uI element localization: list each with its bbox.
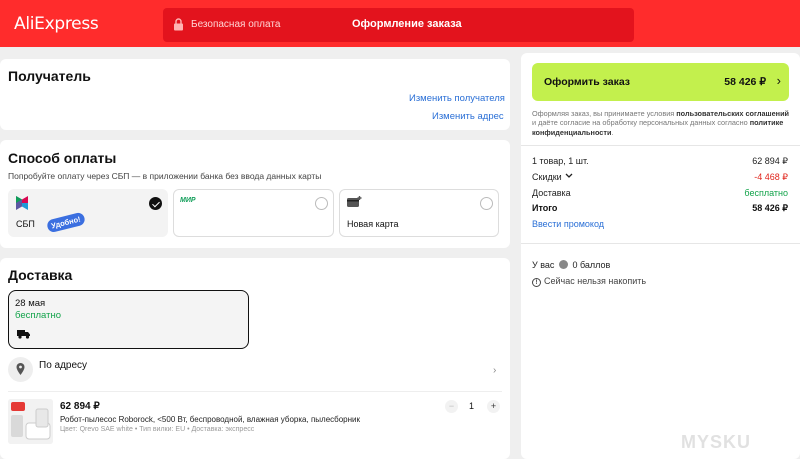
info-icon[interactable]: ! [532, 278, 541, 287]
place-order-button[interactable]: Оформить заказ 58 426 ₽ › [532, 63, 789, 101]
new-card-label: Новая карта [347, 219, 399, 229]
sbp-label: СБП [16, 219, 35, 229]
delivery-summary-value: бесплатно [744, 188, 788, 198]
place-order-amount: 58 426 ₽ [724, 76, 766, 88]
divider [8, 391, 502, 392]
user-agreements-link[interactable]: пользовательских соглашений [676, 109, 789, 118]
location-pin-icon [8, 357, 33, 382]
payment-option-mir[interactable]: МИР [173, 189, 334, 237]
product-name[interactable]: Робот-пылесос Roborock, <500 Вт, беспров… [60, 415, 360, 424]
payment-option-new-card[interactable]: Новая карта [339, 189, 499, 237]
mir-logo-icon: МИР [180, 197, 196, 204]
top-header: AliExpress Безопасная оплата Оформление … [0, 0, 800, 47]
secure-payment-label: Безопасная оплата [191, 19, 281, 30]
discounts-label: Скидки [532, 172, 562, 182]
page-title: Оформление заказа [352, 18, 462, 30]
delivery-date-option[interactable]: 28 мая бесплатно [8, 290, 249, 349]
place-order-label: Оформить заказ [544, 76, 631, 88]
payment-option-sbp[interactable]: СБП Удобно! [8, 189, 168, 237]
watermark: MYSKU [681, 432, 752, 452]
points-info-text: Сейчас нельзя накопить [544, 276, 647, 286]
payment-hint: Попробуйте оплату через СБП — в приложен… [8, 171, 322, 181]
items-count-label: 1 товар, 1 шт. [532, 156, 589, 166]
chevron-right-icon: › [776, 73, 781, 88]
secure-payment-bar: Безопасная оплата Оформление заказа [163, 8, 634, 42]
change-recipient-link[interactable]: Изменить получателя [409, 93, 505, 104]
points-value: 0 баллов [572, 260, 611, 270]
enter-promo-code-link[interactable]: Ввести промокод [532, 219, 604, 229]
chevron-down-icon [565, 173, 573, 178]
product-image[interactable] [8, 399, 53, 444]
mir-radio[interactable] [315, 197, 328, 210]
new-card-radio[interactable] [480, 197, 493, 210]
total-label: Итого [532, 203, 558, 213]
delivery-date: 28 мая [15, 298, 46, 309]
points-prefix: У вас [532, 260, 555, 270]
points-balance: У вас 0 баллов [532, 260, 610, 270]
change-address-link[interactable]: Изменить адрес [432, 111, 504, 122]
lock-icon [174, 18, 183, 31]
aliexpress-logo[interactable]: AliExpress [14, 14, 99, 34]
quantity-increase-button[interactable]: + [487, 400, 500, 413]
points-coin-icon [558, 260, 568, 269]
payment-title: Способ оплаты [8, 150, 117, 166]
sbp-radio[interactable] [149, 197, 162, 210]
delivery-price: бесплатно [15, 310, 62, 321]
total-value: 58 426 ₽ [752, 203, 788, 213]
legal-text: . [611, 127, 614, 137]
divider [521, 243, 800, 244]
convenient-badge: Удобно! [45, 211, 86, 234]
product-price: 62 894 ₽ [60, 401, 100, 412]
points-info: ! Сейчас нельзя накопить [532, 276, 646, 287]
quantity-value: 1 [469, 401, 475, 411]
items-value: 62 894 ₽ [752, 156, 788, 166]
quantity-decrease-button[interactable]: − [445, 400, 458, 413]
delivery-summary-label: Доставка [532, 188, 571, 198]
new-card-icon [347, 196, 362, 207]
legal-text: Оформляя заказ, вы принимаете условия [532, 109, 677, 118]
legal-text: и даёте согласие на обработку персональн… [532, 118, 750, 128]
truck-icon [17, 330, 30, 339]
product-attributes: Цвет: Qrevo SAE white • Тип вилки: EU • … [60, 426, 255, 433]
chevron-right-icon[interactable]: › [493, 365, 496, 376]
divider [521, 145, 800, 146]
discounts-value: -4 468 ₽ [754, 172, 788, 182]
legal-notice: Оформляя заказ, вы принимаете условия по… [532, 109, 790, 137]
discounts-toggle[interactable]: Скидки [532, 172, 573, 182]
sbp-logo-icon [16, 196, 28, 210]
delivery-address-label[interactable]: По адресу [39, 360, 87, 371]
delivery-title: Доставка [8, 267, 73, 283]
recipient-title: Получатель [8, 68, 91, 84]
